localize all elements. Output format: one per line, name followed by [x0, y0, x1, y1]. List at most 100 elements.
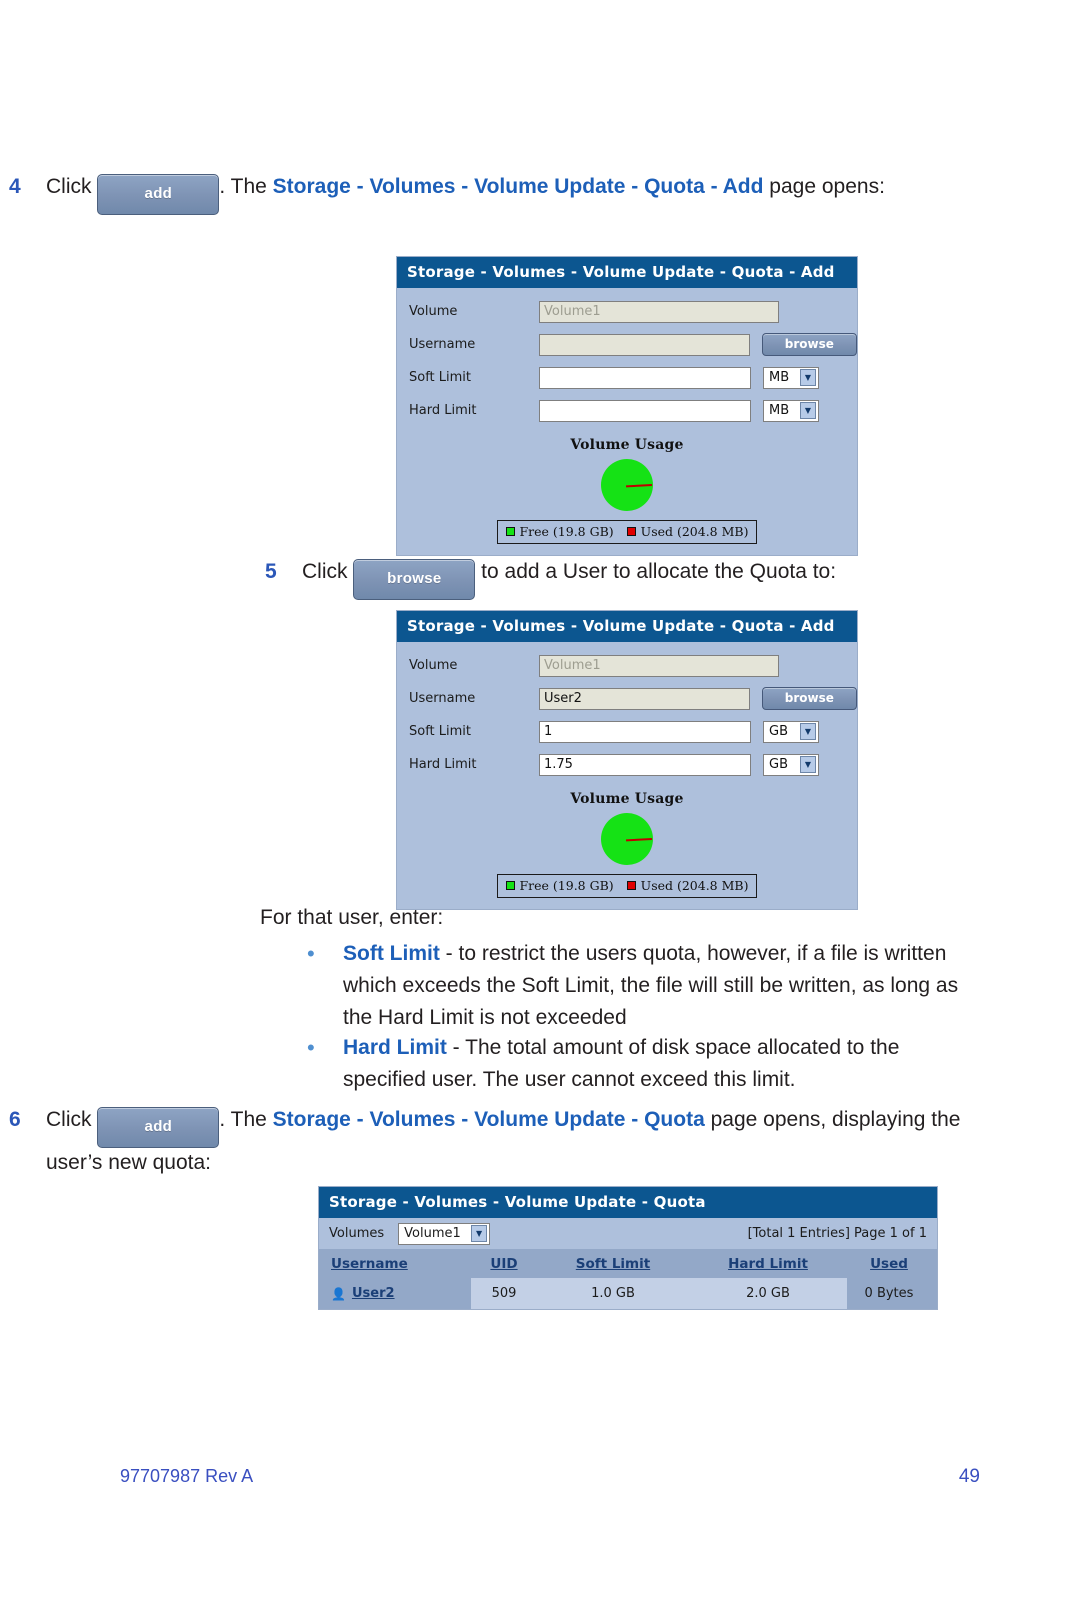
- used-swatch-icon: [626, 881, 636, 890]
- legend-item-free: Free (19.8 GB): [505, 878, 614, 893]
- step-5-click-word: Click: [302, 560, 348, 583]
- cell-username: 👤 User2: [319, 1278, 471, 1309]
- step-4-number: 4: [9, 175, 21, 198]
- screenshot-1-body: Volume Volume1 Username browse Soft Limi…: [397, 288, 857, 555]
- column-header-soft-limit[interactable]: Soft Limit: [537, 1256, 689, 1272]
- screenshot-3-titlebar: Storage - Volumes - Volume Update - Quot…: [319, 1187, 937, 1218]
- document-page: 4 Click add. The Storage - Volumes - Vol…: [0, 0, 1080, 1619]
- screenshot-2-body: Volume Volume1 Username User2 browse Sof…: [397, 642, 857, 909]
- step-6-click-word: Click: [46, 1108, 92, 1131]
- hard-limit-input[interactable]: [539, 399, 751, 422]
- field-row-username: Username browse: [397, 328, 857, 361]
- step-6: 6 Click add. The Storage - Volumes - Vol…: [0, 1105, 1080, 1178]
- step-5-text: Click browse to add a User to allocate t…: [302, 557, 1080, 600]
- bullet-marker: •: [307, 941, 315, 966]
- hard-limit-unit-select[interactable]: GB ▼: [763, 753, 819, 776]
- username-link[interactable]: User2: [352, 1286, 395, 1301]
- cell-soft-limit: 1.0 GB: [537, 1278, 689, 1309]
- hard-limit-unit-value: GB: [769, 757, 788, 772]
- legend-used-label: Used (204.8 MB): [640, 524, 749, 539]
- step-5-tail: to add a User to allocate the Quota to:: [475, 560, 837, 583]
- step-6-connector: . The: [219, 1108, 273, 1131]
- legend-item-used: Used (204.8 MB): [626, 878, 748, 893]
- volume-usage-chart: [397, 459, 857, 511]
- page-footer: 97707987 Rev A 49: [0, 1466, 1080, 1488]
- field-row-hard-limit: Hard Limit 1.75 GB ▼: [397, 748, 857, 781]
- volumes-label: Volumes: [329, 1226, 385, 1241]
- soft-limit-label: Soft Limit: [409, 724, 472, 739]
- username-label: Username: [409, 691, 476, 706]
- quota-table-header: Username UID Soft Limit Hard Limit Used: [319, 1249, 937, 1278]
- volume-label: Volume: [409, 304, 458, 319]
- screenshot-quota-add-empty: Storage - Volumes - Volume Update - Quot…: [396, 256, 858, 556]
- pie-slice-used: [625, 484, 653, 488]
- volume-usage-title: Volume Usage: [570, 437, 684, 453]
- field-row-soft-limit: Soft Limit MB ▼: [397, 361, 857, 394]
- screenshot-1-titlebar: Storage - Volumes - Volume Update - Quot…: [397, 257, 857, 288]
- soft-limit-input[interactable]: 1: [539, 720, 751, 743]
- legend-item-free: Free (19.8 GB): [505, 524, 614, 539]
- volume-usage-title: Volume Usage: [570, 791, 684, 807]
- hard-limit-label: Hard Limit: [409, 757, 477, 772]
- hard-limit-input[interactable]: 1.75: [539, 753, 751, 776]
- soft-limit-unit-value: MB: [769, 370, 790, 385]
- column-header-username[interactable]: Username: [319, 1256, 471, 1272]
- pie-slice-used: [625, 838, 653, 842]
- table-row: 👤 User2 509 1.0 GB 2.0 GB 0 Bytes: [319, 1278, 937, 1309]
- volume-label: Volume: [409, 658, 458, 673]
- browse-button-inline[interactable]: browse: [353, 559, 476, 600]
- hard-limit-unit-value: MB: [769, 403, 790, 418]
- screenshot-quota-add-filled: Storage - Volumes - Volume Update - Quot…: [396, 610, 858, 910]
- document-id: 97707987 Rev A: [120, 1466, 254, 1486]
- step-4-connector: . The: [219, 175, 273, 198]
- column-header-uid[interactable]: UID: [471, 1256, 537, 1272]
- volumes-select-value: Volume1: [404, 1226, 461, 1241]
- username-input[interactable]: [539, 333, 750, 356]
- step-6-page-title: Storage - Volumes - Volume Update - Quot…: [272, 1108, 705, 1131]
- soft-limit-unit-value: GB: [769, 724, 788, 739]
- legend-free-label: Free (19.8 GB): [519, 524, 614, 539]
- legend-item-used: Used (204.8 MB): [626, 524, 749, 539]
- browse-button[interactable]: browse: [761, 333, 857, 356]
- hard-limit-unit-select[interactable]: MB ▼: [763, 399, 819, 422]
- chevron-down-icon: ▼: [800, 402, 816, 419]
- hard-limit-term: Hard Limit: [343, 1036, 447, 1059]
- add-button[interactable]: add: [97, 1107, 220, 1148]
- chevron-down-icon: ▼: [800, 756, 816, 773]
- bullet-marker: •: [307, 1035, 315, 1060]
- soft-limit-input[interactable]: [539, 366, 751, 389]
- chart-legend: Free (19.8 GB) Used (204.8 MB): [496, 520, 758, 544]
- bullet-hard-limit-text: Hard Limit - The total amount of disk sp…: [343, 1032, 952, 1096]
- cell-hard-limit: 2.0 GB: [689, 1278, 847, 1309]
- column-header-used[interactable]: Used: [847, 1256, 937, 1272]
- bullet-hard-limit: • Hard Limit - The total amount of disk …: [305, 1032, 1030, 1096]
- legend-free-label: Free (19.8 GB): [519, 878, 614, 893]
- step-5: 5 Click browse to add a User to allocate…: [0, 557, 1080, 600]
- free-swatch-icon: [505, 881, 515, 890]
- field-row-volume: Volume Volume1: [397, 649, 857, 682]
- step-6-number: 6: [9, 1108, 21, 1131]
- add-button[interactable]: add: [97, 174, 220, 215]
- page-number: 49: [958, 1466, 980, 1487]
- step-4-text: Click add. The Storage - Volumes - Volum…: [46, 172, 1080, 215]
- quota-table-toolbar: Volumes Volume1 ▼ [Total 1 Entries] Page…: [319, 1218, 937, 1249]
- chart-legend: Free (19.8 GB) Used (204.8 MB): [496, 874, 758, 898]
- browse-button[interactable]: browse: [761, 687, 857, 710]
- bullet-soft-limit-text: Soft Limit - to restrict the users quota…: [343, 938, 967, 1034]
- soft-limit-unit-select[interactable]: GB ▼: [763, 720, 819, 743]
- chevron-down-icon: ▼: [800, 369, 816, 386]
- pagination-info: [Total 1 Entries] Page 1 of 1: [747, 1226, 927, 1241]
- column-header-hard-limit[interactable]: Hard Limit: [689, 1256, 847, 1272]
- volumes-select[interactable]: Volume1 ▼: [398, 1222, 491, 1245]
- pie-chart: [601, 459, 653, 511]
- field-row-soft-limit: Soft Limit 1 GB ▼: [397, 715, 857, 748]
- soft-limit-term: Soft Limit: [343, 942, 440, 965]
- chevron-down-icon: ▼: [800, 723, 816, 740]
- field-row-hard-limit: Hard Limit MB ▼: [397, 394, 857, 427]
- field-row-volume: Volume Volume1: [397, 295, 857, 328]
- username-label: Username: [409, 337, 476, 352]
- username-input[interactable]: User2: [539, 687, 750, 710]
- step-6-text: Click add. The Storage - Volumes - Volum…: [46, 1105, 1080, 1178]
- chart-legend-wrap: Free (19.8 GB) Used (204.8 MB): [397, 520, 857, 555]
- soft-limit-unit-select[interactable]: MB ▼: [763, 366, 819, 389]
